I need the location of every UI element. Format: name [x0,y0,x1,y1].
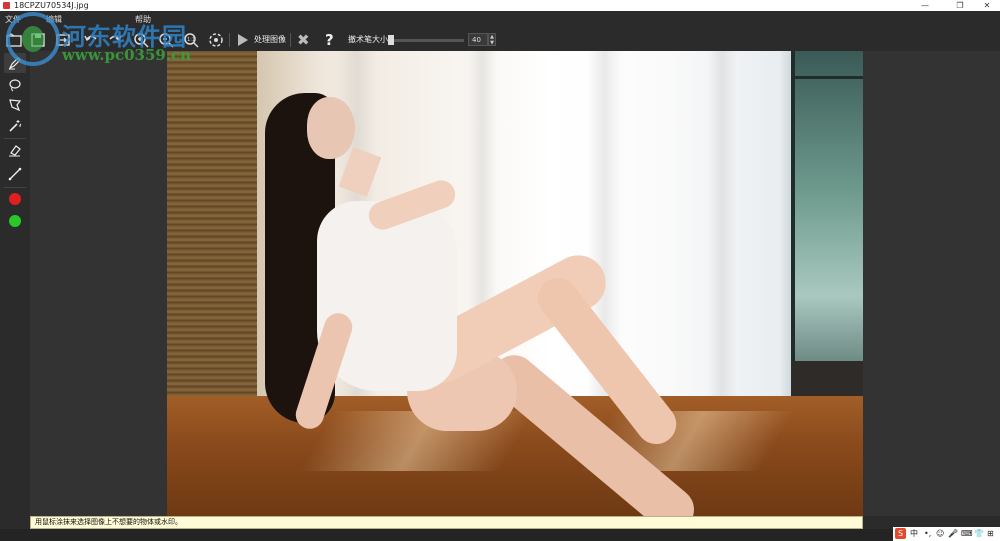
watermark-logo [6,12,60,66]
zoom-fit-icon[interactable] [208,32,224,48]
eraser-tool-icon[interactable] [4,140,26,160]
photo-window [791,51,863,401]
cancel-icon[interactable]: ✖ [297,32,310,48]
system-tray: S 中 •, ☺ 🎤 ⌨ 👕 ⊞ [893,527,1000,541]
ime-logo-icon[interactable]: S [895,528,906,539]
toolbar-separator [290,33,291,47]
brush-size-slider-track[interactable] [388,39,464,42]
toolbar-separator [229,33,230,47]
svg-text:1:1: 1:1 [187,37,195,43]
ime-language[interactable]: 中 [910,527,918,541]
microphone-icon[interactable]: 🎤 [948,527,958,541]
taskbar [0,529,1000,541]
photo-image[interactable] [167,51,863,516]
window-title: 18CPZU70534J.jpg [14,1,89,10]
help-icon[interactable]: ? [325,32,334,48]
magic-wand-tool-icon[interactable] [4,116,26,136]
tool-separator [4,187,26,188]
line-tool-icon[interactable] [4,164,26,184]
restore-button[interactable]: ❐ [945,0,975,11]
curtain-fold [707,51,737,411]
spin-down-icon[interactable]: ▼ [489,40,495,46]
skin-icon[interactable]: 👕 [974,527,984,541]
brush-size-spinner[interactable]: ▲ ▼ [488,33,496,46]
red-marker-button[interactable] [4,189,26,209]
lasso-tool-icon[interactable] [4,75,26,95]
brush-size-label: 撤术笔大小 [348,35,388,44]
punctuation-icon[interactable]: •, [924,527,931,541]
process-label: 处理图像 [254,35,286,44]
status-bar: 用鼠标涂抹来选择图像上不想要的物体或水印。 [30,516,863,529]
close-button[interactable]: ✕ [972,0,1000,11]
tool-separator [4,138,26,139]
toolbox-icon[interactable]: ⊞ [987,527,994,541]
keyboard-icon[interactable]: ⌨ [961,527,973,541]
app-icon [3,2,10,9]
green-marker-button[interactable] [4,211,26,231]
watermark-url: www.pc0359.cn [62,46,192,64]
figure-head [307,97,355,159]
tool-panel [0,51,30,516]
emoji-icon[interactable]: ☺ [936,527,944,541]
minimize-button[interactable]: — [910,0,940,11]
red-color-swatch [9,193,21,205]
brush-size-input[interactable]: 40 [468,33,488,46]
brush-size-slider-thumb[interactable] [388,35,394,45]
polygon-lasso-tool-icon[interactable] [4,95,26,115]
green-color-swatch [9,215,21,227]
title-bar: 18CPZU70534J.jpg — ❐ ✕ [0,0,1000,11]
